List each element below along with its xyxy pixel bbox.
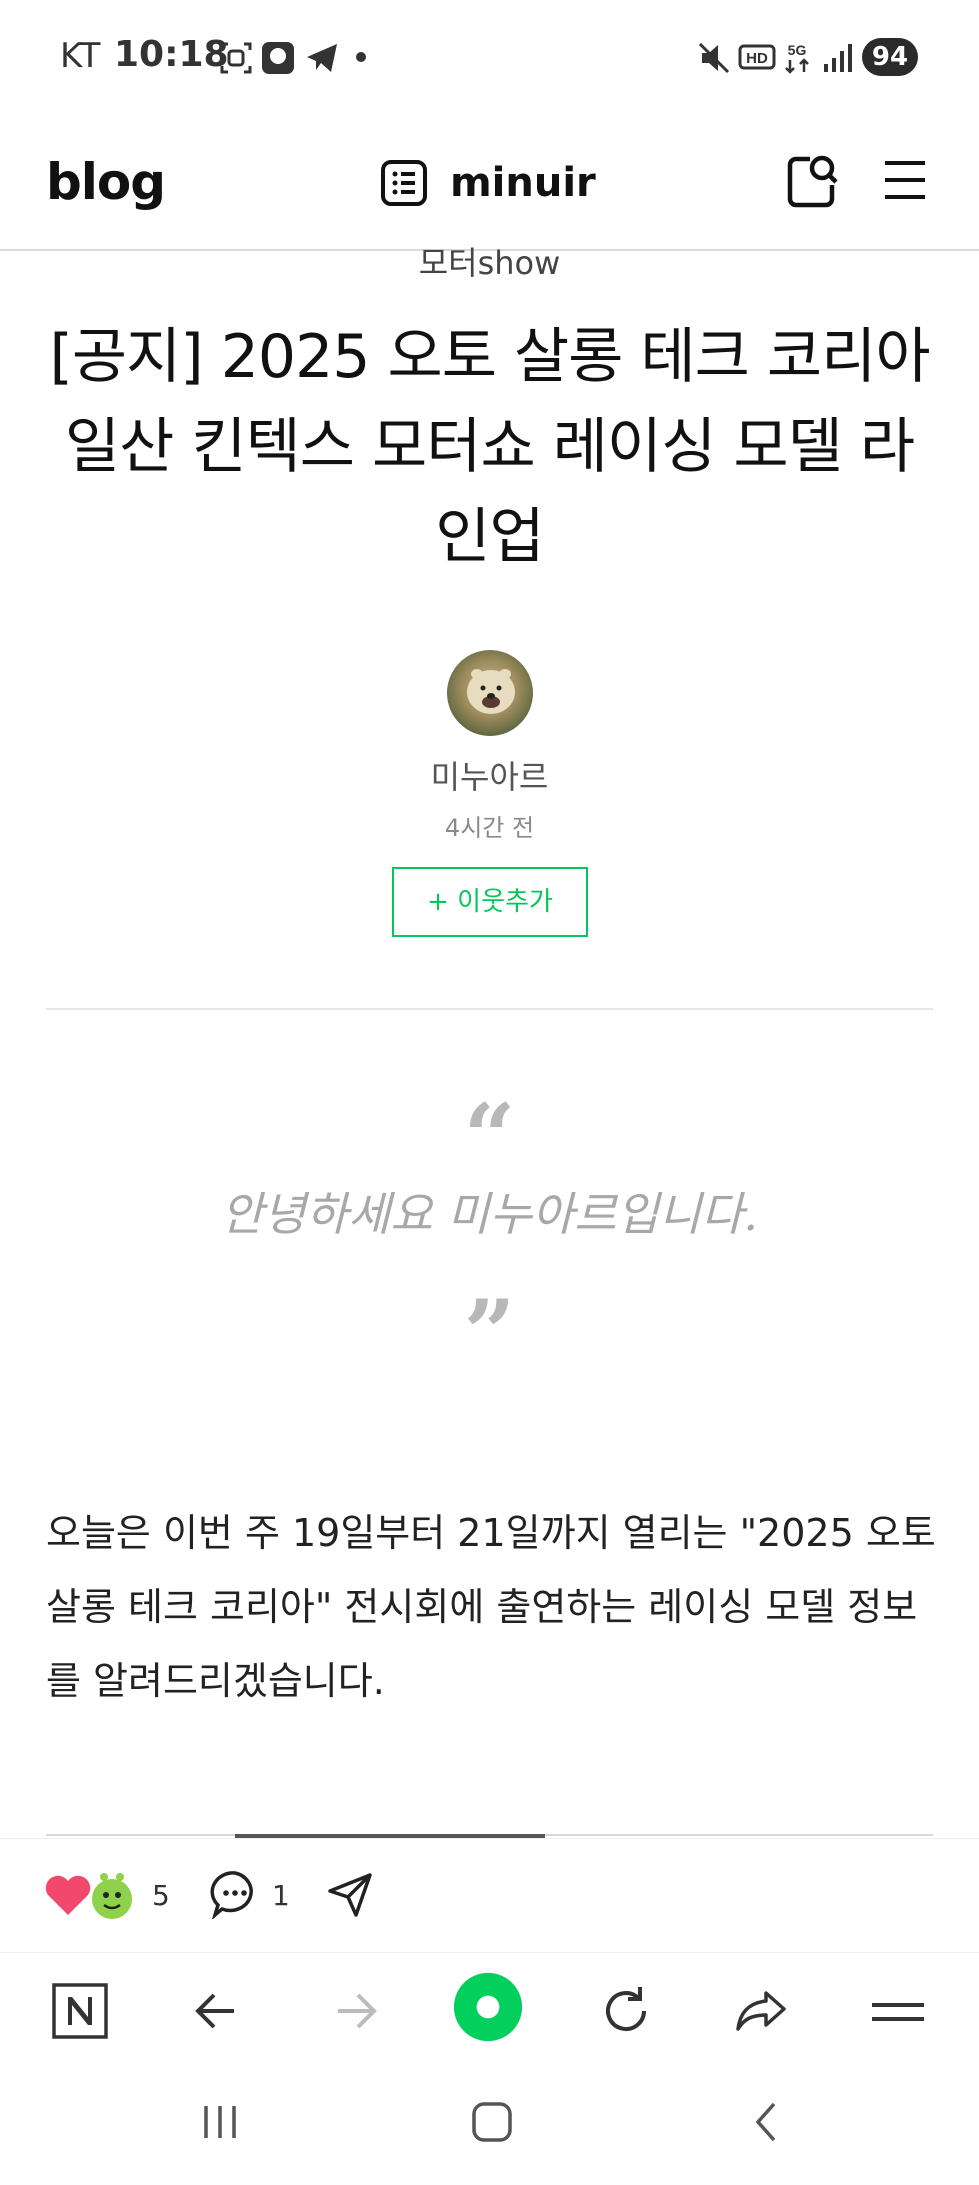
blog-name: minuir <box>450 160 596 206</box>
carrier-label: KT <box>60 36 101 76</box>
menu-icon[interactable] <box>882 157 928 203</box>
status-bar: KT 10:18 HD 5G 94 <box>0 0 979 115</box>
app-notification-icon <box>262 42 294 74</box>
close-quote-icon: ” <box>463 1280 516 1386</box>
home-icon[interactable] <box>468 2098 516 2146</box>
more-notifications-dot-icon <box>356 52 366 62</box>
comment-icon[interactable] <box>210 1869 260 1919</box>
post-category[interactable]: 모터show <box>0 238 979 284</box>
recent-apps-icon[interactable] <box>196 2098 244 2146</box>
divider <box>46 1008 933 1010</box>
menu-icon[interactable] <box>862 1975 934 2047</box>
hd-voice-icon: HD <box>738 44 776 70</box>
signal-icon <box>824 44 852 72</box>
open-quote-icon: “ <box>463 1084 516 1190</box>
clock: 10:18 <box>114 34 229 75</box>
refresh-icon[interactable] <box>590 1975 662 2047</box>
blog-header: blog minuir <box>0 115 979 251</box>
share-icon[interactable] <box>726 1975 798 2047</box>
post-title: [공지] 2025 오토 살롱 테크 코리아 일산 킨텍스 모터쇼 레이싱 모델… <box>49 322 930 572</box>
forward-icon[interactable] <box>318 1975 390 2047</box>
green-dot-icon[interactable] <box>452 1971 524 2043</box>
mute-icon <box>698 42 730 74</box>
blog-title[interactable]: minuir <box>380 155 596 211</box>
hd-label: HD <box>746 50 768 67</box>
back-icon[interactable] <box>182 1975 254 2047</box>
author-name[interactable]: 미누아르 <box>0 752 979 798</box>
comment-count: 1 <box>272 1879 290 1912</box>
post-body: 오늘은 이번 주 19일부터 21일까지 열리는 "2025 오토 살롱 테크 … <box>46 1511 936 1703</box>
system-nav-bar <box>0 2068 979 2185</box>
add-neighbor-button[interactable]: + 이웃추가 <box>392 867 588 937</box>
search-icon[interactable] <box>784 151 840 211</box>
like-count: 5 <box>152 1879 170 1912</box>
battery-indicator: 94 <box>862 38 918 76</box>
list-icon <box>381 160 427 206</box>
share-send-icon[interactable] <box>326 1871 374 1919</box>
polar-bear-avatar-image <box>467 669 515 714</box>
network-5g-icon: 5G <box>785 42 809 74</box>
avatar[interactable] <box>447 650 533 736</box>
quote-text: 안녕하세요 미누아르입니다. <box>220 1187 759 1241</box>
post-time: 4시간 전 <box>444 814 535 842</box>
browser-toolbar <box>0 1952 979 2067</box>
screenshot-icon <box>220 42 252 74</box>
blog-logo[interactable]: blog <box>46 153 166 211</box>
telegram-icon <box>307 44 337 72</box>
network-label: 5G <box>788 42 807 58</box>
back-icon[interactable] <box>744 2098 792 2146</box>
like-heart-icon[interactable] <box>42 1867 138 1923</box>
reaction-bar: 5 1 <box>0 1838 979 1950</box>
naver-home-icon[interactable] <box>44 1975 116 2047</box>
